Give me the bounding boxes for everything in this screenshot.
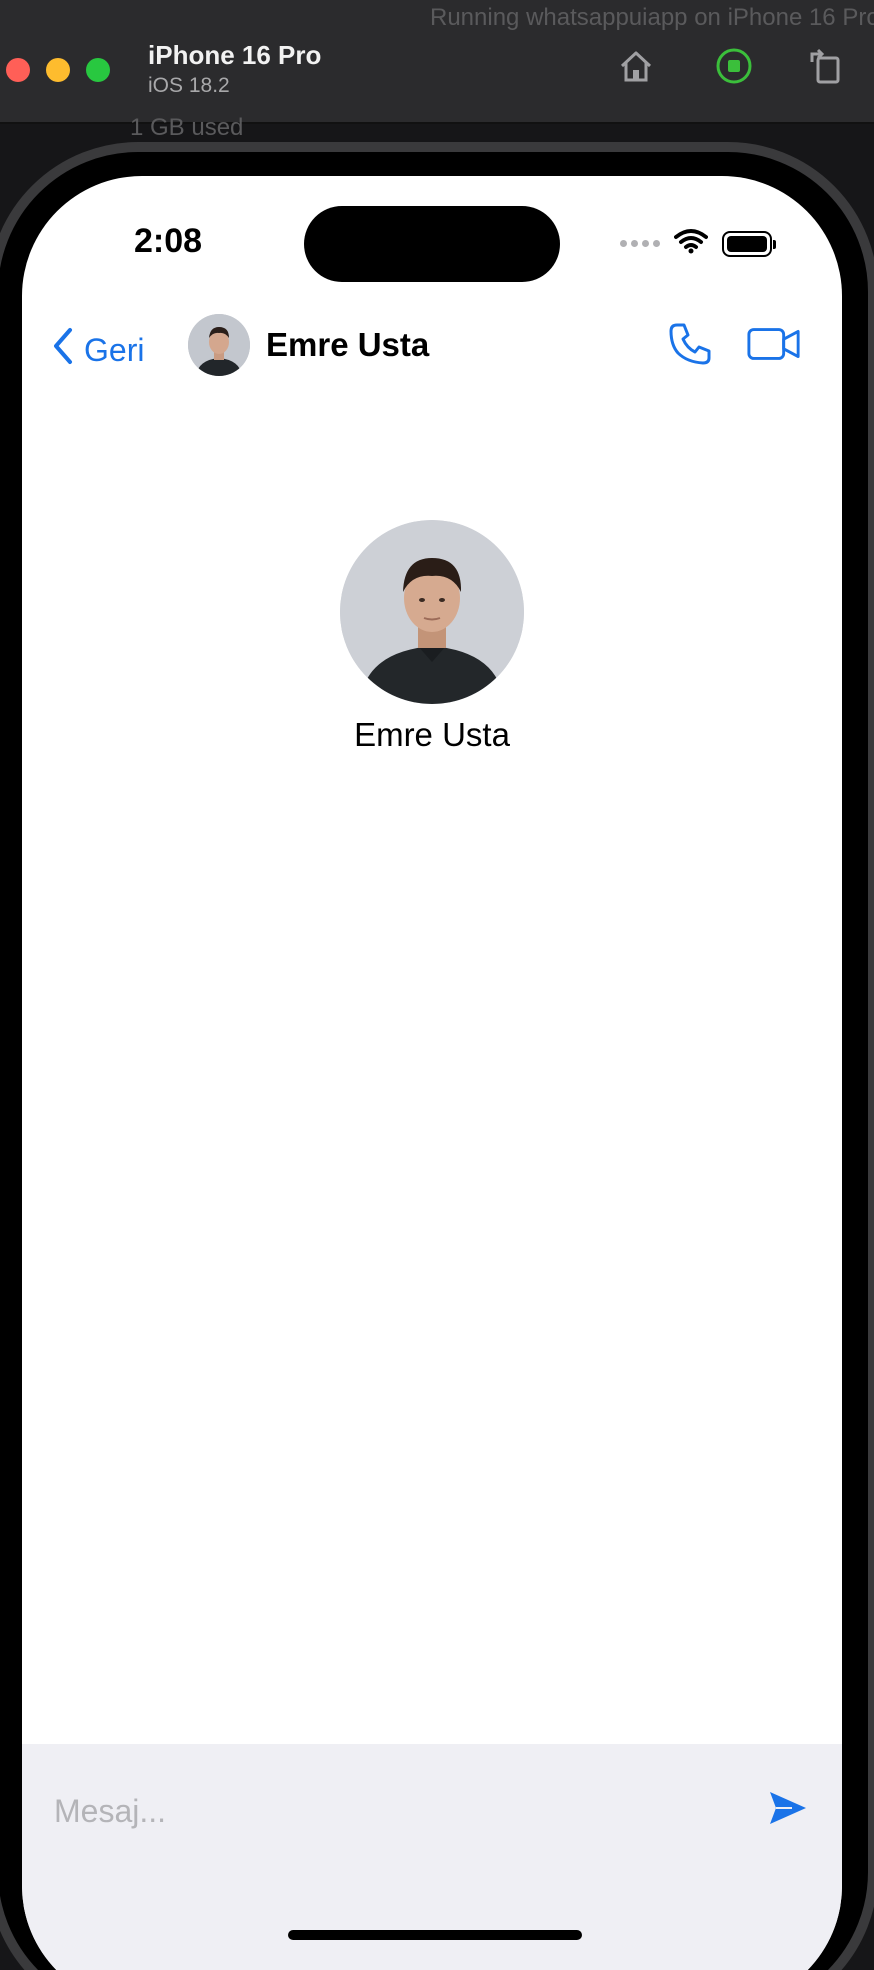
minimize-window-button[interactable] (46, 58, 70, 82)
dynamic-island (304, 206, 560, 282)
contact-name[interactable]: Emre Usta (266, 326, 429, 364)
background-memory-text: 1 GB used (130, 114, 244, 141)
stop-icon[interactable] (712, 44, 756, 88)
wifi-icon (674, 228, 708, 259)
cellular-signal-icon (620, 240, 660, 247)
home-indicator (288, 1930, 582, 1940)
profile-photo[interactable] (340, 520, 524, 704)
chat-header: Geri Emre Usta (22, 306, 842, 386)
message-composer (22, 1744, 842, 1970)
close-window-button[interactable] (6, 58, 30, 82)
send-button[interactable] (758, 1782, 818, 1838)
simulator-titlebar: Running whatsappuiapp on iPhone 16 Pro i… (0, 0, 874, 124)
back-label: Geri (84, 331, 145, 368)
zoom-window-button[interactable] (86, 58, 110, 82)
device-name: iPhone 16 Pro (148, 40, 322, 70)
chevron-left-icon (52, 326, 74, 374)
background-running-text: Running whatsappuiapp on iPhone 16 Pro (430, 4, 874, 31)
rotate-icon[interactable] (804, 44, 848, 88)
avatar[interactable] (188, 314, 250, 376)
os-version: iOS 18.2 (148, 74, 230, 97)
video-icon[interactable] (746, 318, 802, 370)
back-button[interactable]: Geri (52, 326, 144, 374)
battery-icon (722, 230, 776, 257)
phone-icon[interactable] (662, 318, 718, 370)
profile-name: Emre Usta (354, 716, 510, 753)
simulator-window: Running whatsappuiapp on iPhone 16 Pro i… (0, 0, 874, 1970)
send-icon (766, 1788, 810, 1833)
message-input[interactable] (52, 1780, 716, 1842)
status-time: 2:08 (134, 222, 203, 260)
phone-screen: 2:08 Geri Emre Usta Emre Usta Mesaj... (22, 176, 842, 1970)
status-indicators (620, 228, 776, 259)
home-icon[interactable] (614, 44, 658, 88)
